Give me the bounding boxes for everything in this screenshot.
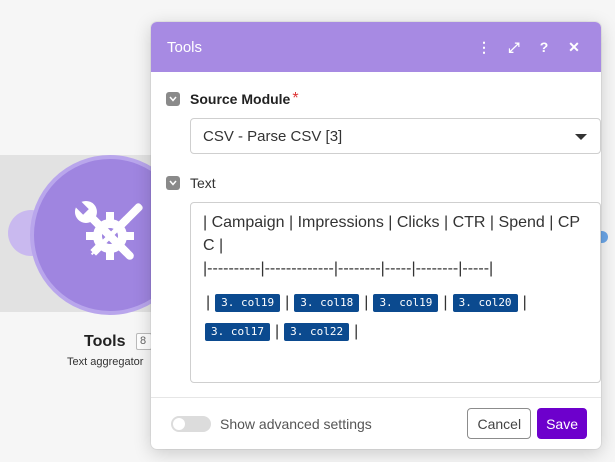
dialog-footer: Show advanced settings Cancel Save <box>151 397 601 449</box>
help-icon[interactable]: ? <box>533 36 555 58</box>
save-button[interactable]: Save <box>537 408 587 439</box>
separator: | <box>443 294 448 311</box>
required-mark: * <box>292 90 299 107</box>
mapped-value-pill[interactable]: 3. col20 <box>452 293 518 312</box>
more-vertical-icon[interactable]: ⋮ <box>473 36 495 58</box>
source-module-label: Source Module <box>190 91 291 107</box>
collapse-toggle-icon[interactable] <box>166 176 180 190</box>
text-header-line: | Campaign | Impressions | Clicks | CTR … <box>203 214 581 254</box>
mapped-value-pill[interactable]: 3. col17 <box>205 322 270 341</box>
mapped-value-pill[interactable]: 3. col19 <box>373 293 439 312</box>
text-label: Text <box>190 175 216 191</box>
mapped-value-pill[interactable]: 3. col19 <box>215 293 281 312</box>
advanced-settings-toggle[interactable] <box>171 415 211 432</box>
source-module-select[interactable]: CSV - Parse CSV [3] <box>190 118 601 154</box>
text-field: Text <box>166 174 586 192</box>
separator: | <box>206 294 211 311</box>
node-title: Tools <box>84 333 126 350</box>
node-id-badge: 8 <box>136 333 152 350</box>
text-editor[interactable]: | Campaign | Impressions | Clicks | CTR … <box>190 202 601 383</box>
cancel-button[interactable]: Cancel <box>467 408 532 439</box>
source-module-value: CSV - Parse CSV [3] <box>203 127 343 145</box>
advanced-settings-label: Show advanced settings <box>220 415 372 432</box>
mapped-value-pill[interactable]: 3. col18 <box>294 293 360 312</box>
separator: | <box>285 294 290 311</box>
mapped-values-row: | 3. col19 | 3. col18 | 3. col19 | 3. col20 |3. … <box>203 288 588 346</box>
module-settings-dialog: Tools ⋮ ⤢ ? ✕ Source Module * CSV - Pars… <box>151 22 601 449</box>
expand-icon[interactable]: ⤢ <box>503 36 525 58</box>
text-divider-line: |----------|-------------|--------|-----… <box>203 260 494 277</box>
node-subtitle: Text aggregator <box>67 356 144 368</box>
separator: | <box>522 294 527 311</box>
chevron-down-icon <box>575 134 587 140</box>
separator: | <box>354 323 359 340</box>
wrench-screwdriver-gear-icon <box>74 200 143 260</box>
mapped-value-pill[interactable]: 3. col22 <box>284 322 350 341</box>
node-connector-right[interactable] <box>600 231 608 243</box>
dialog-body: Source Module * CSV - Parse CSV [3] Text… <box>151 72 601 402</box>
dialog-header: Tools ⋮ ⤢ ? ✕ <box>151 22 601 72</box>
source-module-field: Source Module * <box>166 90 586 108</box>
separator: | <box>274 323 280 340</box>
collapse-toggle-icon[interactable] <box>166 92 180 106</box>
close-icon[interactable]: ✕ <box>563 36 585 58</box>
separator: | <box>364 294 369 311</box>
dialog-title: Tools <box>167 38 203 56</box>
